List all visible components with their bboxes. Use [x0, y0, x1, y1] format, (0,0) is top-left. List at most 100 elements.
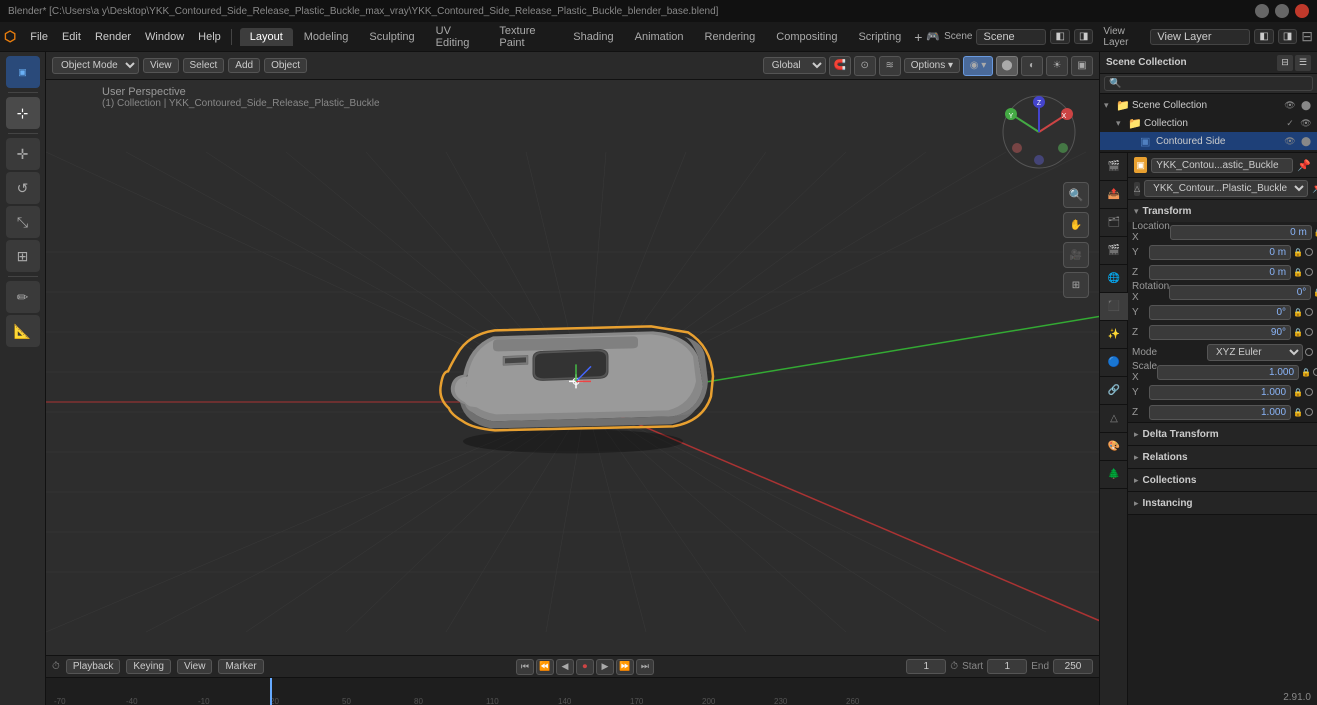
pan-btn[interactable]: ✋ [1063, 212, 1089, 238]
outliner-filter-btn[interactable]: ⊟ [1277, 55, 1293, 71]
location-z-lock[interactable]: 🔒 [1293, 268, 1303, 277]
scale-z-keyframe[interactable] [1305, 408, 1313, 416]
location-x-input[interactable] [1170, 225, 1312, 240]
collection-render-icon[interactable]: 👁 [1299, 116, 1313, 130]
tab-compositing[interactable]: Compositing [766, 28, 847, 46]
panel-toggle-1[interactable]: ◧ [1050, 29, 1069, 44]
help-menu[interactable]: Help [192, 29, 227, 45]
keying-btn[interactable]: Keying [126, 659, 171, 674]
location-y-lock[interactable]: 🔒 [1293, 248, 1303, 257]
overlay-toggle[interactable]: ◉ ▾ [963, 56, 993, 76]
cursor-tool[interactable]: ⊹ [6, 97, 40, 129]
scale-y-lock[interactable]: 🔒 [1293, 388, 1303, 397]
filter-icon[interactable]: ⊟ [1301, 28, 1313, 45]
instancing-header[interactable]: ▸ Instancing [1128, 492, 1317, 514]
current-frame-input[interactable] [906, 659, 946, 674]
keyframe-end-btn[interactable]: ⏭ [636, 659, 654, 675]
pin-icon[interactable]: 📌 [1297, 159, 1311, 172]
rotation-x-lock[interactable]: 🔒 [1313, 288, 1317, 297]
prop-tab-scene[interactable]: 🎬 [1100, 237, 1128, 265]
tab-layout[interactable]: Layout [240, 28, 293, 46]
panel-toggle-2[interactable]: ◨ [1074, 29, 1093, 44]
scale-x-input[interactable] [1157, 365, 1299, 380]
window-menu[interactable]: Window [139, 29, 190, 45]
keyframe-start-btn[interactable]: ⏮ [516, 659, 534, 675]
tab-rendering[interactable]: Rendering [695, 28, 766, 46]
scale-z-lock[interactable]: 🔒 [1293, 408, 1303, 417]
scale-x-keyframe[interactable] [1313, 368, 1317, 376]
scene-input[interactable] [976, 29, 1046, 45]
outliner-settings-btn[interactable]: ☰ [1295, 55, 1311, 71]
collection-vis-icon[interactable]: ✓ [1283, 116, 1297, 130]
rotation-z-keyframe[interactable] [1305, 328, 1313, 336]
shading-wireframe-btn[interactable]: ▣ [1071, 56, 1093, 76]
shading-rendered-btn[interactable]: ☀ [1046, 56, 1068, 76]
location-y-keyframe[interactable] [1305, 248, 1313, 256]
scale-tool[interactable]: ⤡ [6, 206, 40, 238]
rotation-y-lock[interactable]: 🔒 [1293, 308, 1303, 317]
rotation-z-input[interactable] [1149, 325, 1291, 340]
mesh-render-icon[interactable]: ⬤ [1299, 134, 1313, 148]
transform-header[interactable]: ▾ Transform [1128, 200, 1317, 222]
proportional-falloff-icon[interactable]: ≋ [879, 56, 901, 76]
mode-select-btn[interactable]: ▣ [6, 56, 40, 88]
view-btn[interactable]: View [177, 659, 213, 674]
shading-material-btn[interactable]: ◐ [1021, 56, 1043, 76]
scale-y-input[interactable] [1149, 385, 1291, 400]
view-menu-btn[interactable]: View [143, 58, 179, 73]
prop-tab-particles[interactable]: ✨ [1100, 321, 1128, 349]
camera-btn[interactable]: 🎥 [1063, 242, 1089, 268]
timeline-track[interactable]: -70 -40 -10 20 50 80 110 140 170 200 230… [46, 678, 1099, 705]
render-menu[interactable]: Render [89, 29, 137, 45]
next-frame-btn[interactable]: ⏩ [616, 659, 634, 675]
rotation-y-input[interactable] [1149, 305, 1291, 320]
add-tab-button[interactable]: + [914, 29, 922, 45]
shading-solid-btn[interactable]: ⬤ [996, 56, 1018, 76]
rotation-mode-select[interactable]: XYZ Euler XZY Euler Quaternion [1207, 344, 1303, 361]
viewport-options-btn[interactable]: Options ▾ [904, 58, 960, 73]
rotation-z-lock[interactable]: 🔒 [1293, 328, 1303, 337]
prev-frame-btn[interactable]: ◀ [556, 659, 574, 675]
prop-tab-physics[interactable]: 🔵 [1100, 349, 1128, 377]
tree-item-collection[interactable]: ▾ 📁 Collection ✓ 👁 [1100, 114, 1317, 132]
prop-tab-view-layer[interactable]: 🗂 [1100, 209, 1128, 237]
object-menu-btn[interactable]: Object [264, 58, 307, 73]
render-layer-toggle[interactable]: ◧ [1254, 29, 1273, 44]
render-props-toggle[interactable]: ◨ [1278, 29, 1297, 44]
file-menu[interactable]: File [24, 29, 54, 45]
transform-orientation-select[interactable]: Global Local Normal [763, 57, 826, 74]
tab-sculpting[interactable]: Sculpting [359, 28, 424, 46]
mesh-data-pin[interactable]: 📌 [1312, 183, 1317, 194]
marker-btn[interactable]: Marker [218, 659, 263, 674]
prop-tab-constraints[interactable]: 🔗 [1100, 377, 1128, 405]
scale-y-keyframe[interactable] [1305, 388, 1313, 396]
collections-header[interactable]: ▸ Collections [1128, 469, 1317, 491]
relations-header[interactable]: ▸ Relations [1128, 446, 1317, 468]
mode-dot[interactable] [1305, 348, 1313, 356]
location-z-input[interactable] [1149, 265, 1291, 280]
annotate-tool[interactable]: ✏ [6, 281, 40, 313]
add-menu-btn[interactable]: Add [228, 58, 260, 73]
prop-tab-data[interactable]: △ [1100, 405, 1128, 433]
rotation-x-input[interactable] [1169, 285, 1311, 300]
tree-item-scene-collection[interactable]: ▾ 📁 Scene Collection 👁 ⬤ [1100, 96, 1317, 114]
playback-btn[interactable]: Playback [66, 659, 121, 674]
tab-shading[interactable]: Shading [563, 28, 623, 46]
tab-animation[interactable]: Animation [625, 28, 694, 46]
delta-transform-header[interactable]: ▸ Delta Transform [1128, 423, 1317, 445]
zoom-in-btn[interactable]: 🔍 [1063, 182, 1089, 208]
location-z-keyframe[interactable] [1305, 268, 1313, 276]
maximize-button[interactable] [1275, 4, 1289, 18]
select-menu-btn[interactable]: Select [183, 58, 225, 73]
playhead[interactable] [270, 678, 272, 705]
scene-collection-render-icon[interactable]: ⬤ [1299, 98, 1313, 112]
tree-item-contoured-side[interactable]: ▣ Contoured Side 👁 ⬤ [1100, 132, 1317, 150]
proportional-edit-icon[interactable]: ⊙ [854, 56, 876, 76]
prop-tab-material[interactable]: 🎨 [1100, 433, 1128, 461]
tab-scripting[interactable]: Scripting [848, 28, 911, 46]
start-frame-input[interactable] [987, 659, 1027, 674]
view-layer-input[interactable] [1150, 29, 1250, 45]
3d-object[interactable] [413, 256, 733, 459]
outliner-search-input[interactable] [1104, 76, 1313, 91]
move-tool[interactable]: ✛ [6, 138, 40, 170]
